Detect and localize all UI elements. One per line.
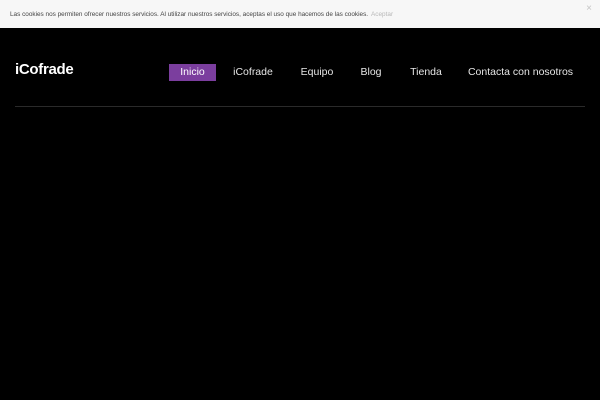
cookie-accept-link[interactable]: Aceptar <box>371 11 393 18</box>
nav-item-contacta[interactable]: Contacta con nosotros <box>464 64 577 81</box>
close-icon[interactable]: × <box>586 4 592 14</box>
cookie-consent-bar: Las cookies nos permiten ofrecer nuestro… <box>0 0 600 28</box>
main-content-area <box>0 107 600 400</box>
nav-item-inicio[interactable]: Inicio <box>169 64 216 81</box>
nav-item-icofrade[interactable]: iCofrade <box>228 64 278 81</box>
nav-item-tienda[interactable]: Tienda <box>405 64 447 81</box>
nav-item-equipo[interactable]: Equipo <box>294 64 340 81</box>
main-navigation: Inicio iCofrade Equipo Blog Tienda Conta… <box>0 64 600 81</box>
nav-item-blog[interactable]: Blog <box>356 64 386 81</box>
site-header: iCofrade Inicio iCofrade Equipo Blog Tie… <box>0 28 600 108</box>
cookie-message: Las cookies nos permiten ofrecer nuestro… <box>10 10 369 18</box>
